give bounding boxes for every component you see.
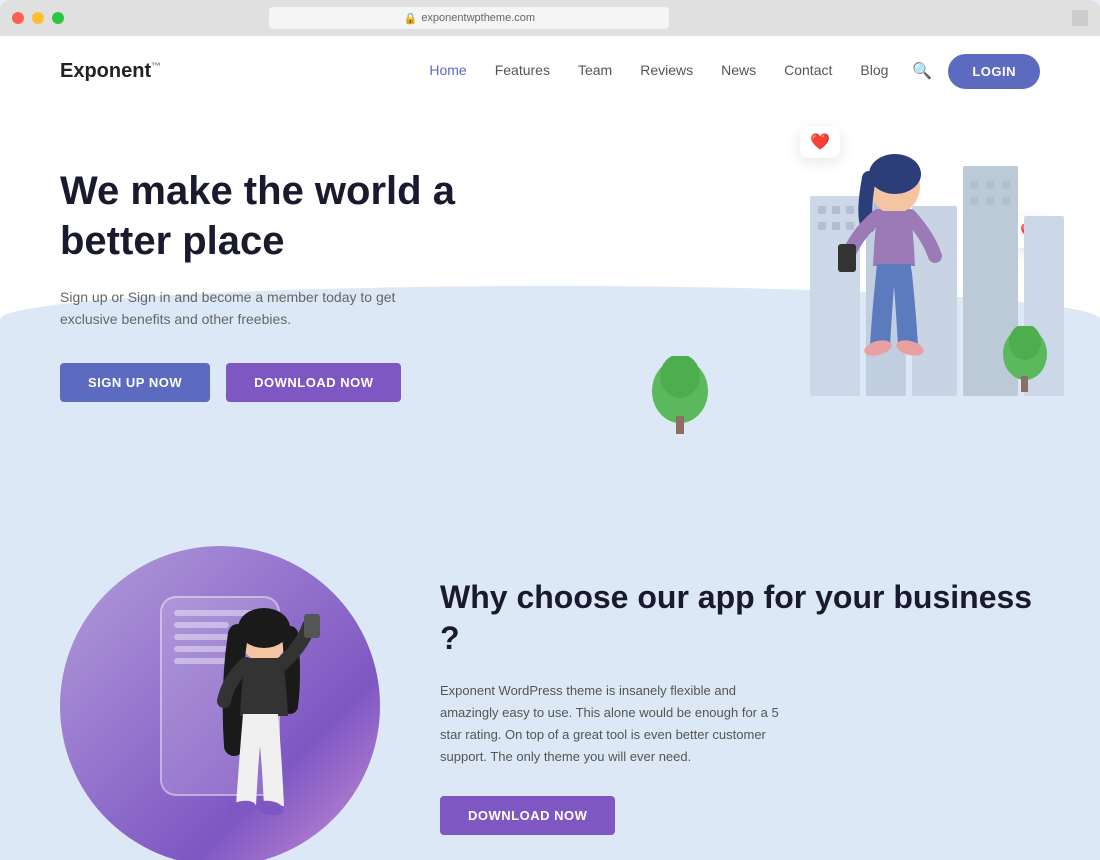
hero-buttons: SIGN UP NOW DOWNLOAD NOW [60, 363, 520, 402]
nav-links: Home Features Team Reviews News Contact … [429, 62, 888, 80]
hero-subtitle: Sign up or Sign in and become a member t… [60, 286, 440, 331]
section2-description: Exponent WordPress theme is insanely fle… [440, 680, 780, 768]
browser-extend-button[interactable] [1072, 10, 1088, 26]
nav-item-reviews[interactable]: Reviews [640, 62, 693, 78]
section2-title: Why choose our app for your business ? [440, 577, 1040, 660]
url-text: exponentwptheme.com [421, 12, 535, 24]
lock-icon: 🔒 [404, 12, 418, 25]
hero-content: We make the world a better place Sign up… [60, 166, 520, 402]
hero-section: We make the world a better place Sign up… [0, 106, 1100, 486]
logo: Exponent™ [60, 60, 161, 83]
nav-item-team[interactable]: Team [578, 62, 612, 78]
section2-text: Why choose our app for your business ? E… [440, 577, 1040, 836]
tree-left-icon [650, 356, 710, 436]
fullscreen-button[interactable] [52, 12, 64, 24]
navbar: Exponent™ Home Features Team Reviews New… [0, 36, 1100, 106]
hero-title: We make the world a better place [60, 166, 520, 266]
circle-illustration [60, 546, 380, 860]
walking-person-illustration [790, 136, 990, 436]
search-icon[interactable]: 🔍 [912, 61, 932, 81]
section2: Why choose our app for your business ? E… [0, 486, 1100, 860]
download-button-section2[interactable]: DOWNLOAD NOW [440, 796, 615, 835]
minimize-button[interactable] [32, 12, 44, 24]
browser-chrome: 🔒 exponentwptheme.com [0, 0, 1100, 36]
nav-item-blog[interactable]: Blog [860, 62, 888, 78]
address-bar[interactable]: 🔒 exponentwptheme.com [269, 7, 669, 29]
login-button[interactable]: LOGIN [948, 54, 1040, 89]
hero-illustration: ❤️ ❤️ [570, 106, 1070, 476]
close-button[interactable] [12, 12, 24, 24]
signup-button[interactable]: SIGN UP NOW [60, 363, 210, 402]
website: Exponent™ Home Features Team Reviews New… [0, 36, 1100, 860]
selfie-person-illustration [154, 606, 374, 860]
download-button-hero[interactable]: DOWNLOAD NOW [226, 363, 401, 402]
tree-right-icon [1000, 326, 1050, 396]
nav-item-news[interactable]: News [721, 62, 756, 78]
nav-item-features[interactable]: Features [495, 62, 550, 78]
nav-item-home[interactable]: Home [429, 62, 466, 78]
nav-item-contact[interactable]: Contact [784, 62, 832, 78]
